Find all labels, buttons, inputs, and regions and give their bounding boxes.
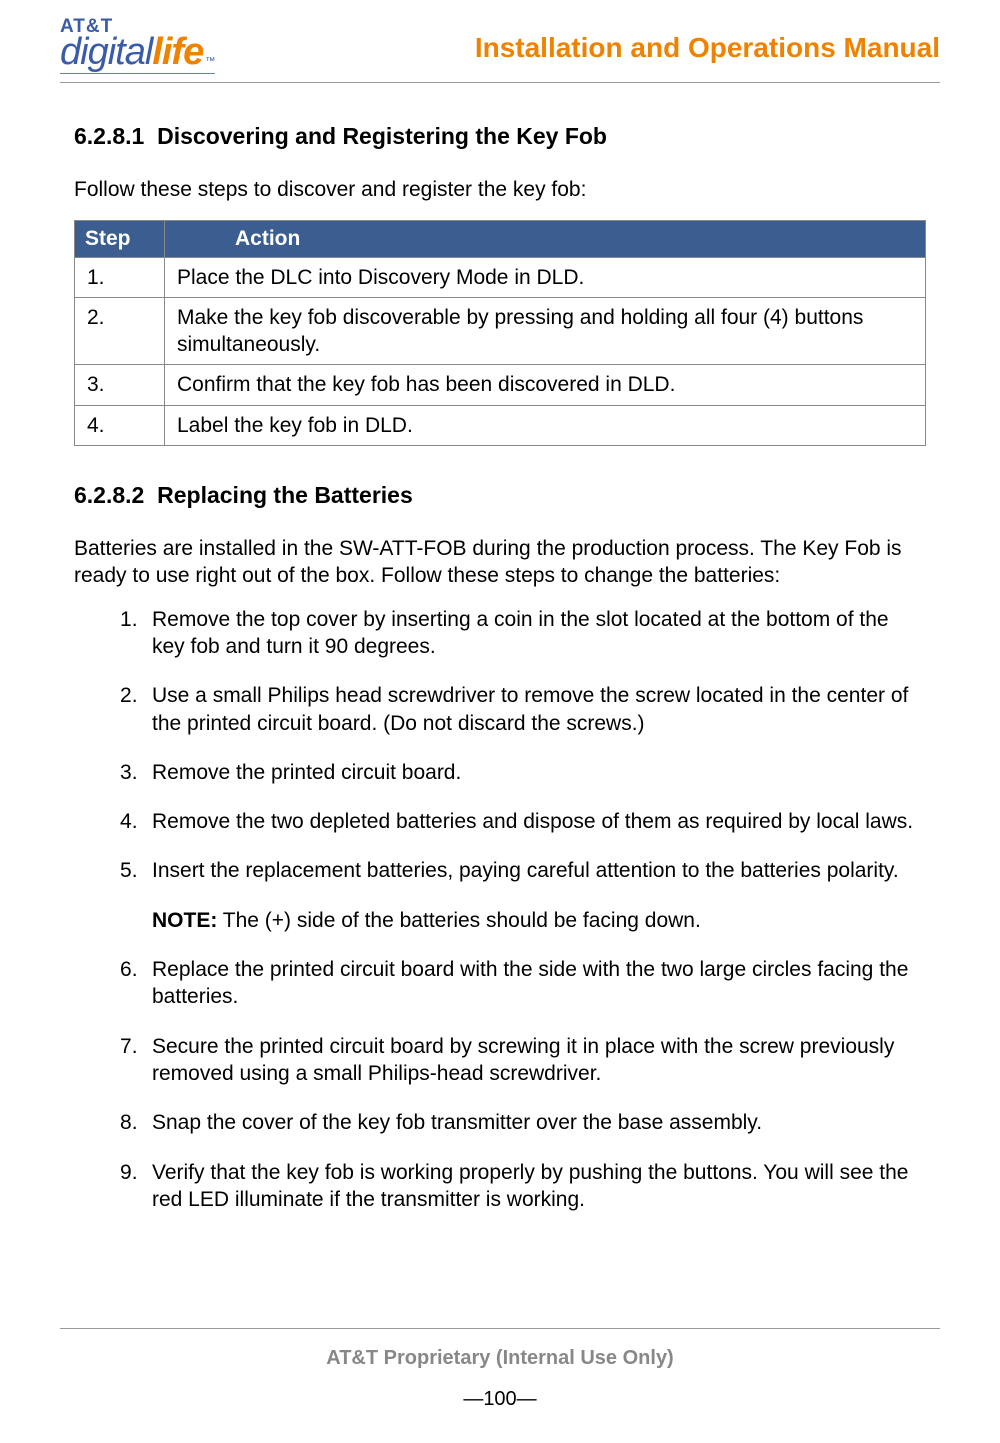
section2-intro: Batteries are installed in the SW-ATT-FO…	[74, 535, 926, 590]
note-line: NOTE: The (+) side of the batteries shou…	[152, 907, 926, 934]
page-header: AT&T digitallife™ Installation and Opera…	[60, 18, 940, 83]
table-header-row: Step Action	[75, 220, 926, 257]
list-item: Verify that the key fob is working prope…	[120, 1159, 926, 1214]
table-row: 2. Make the key fob discoverable by pres…	[75, 297, 926, 365]
logo-word-life: life	[152, 35, 203, 69]
cell-action: Confirm that the key fob has been discov…	[165, 365, 926, 405]
table-row: 1. Place the DLC into Discovery Mode in …	[75, 257, 926, 297]
table-row: 4. Label the key fob in DLD.	[75, 405, 926, 445]
list-item-text: Insert the replacement batteries, paying…	[152, 859, 899, 882]
steps-table: Step Action 1. Place the DLC into Discov…	[74, 220, 926, 446]
section-number: 6.2.8.1	[74, 123, 144, 149]
list-item: Secure the printed circuit board by scre…	[120, 1033, 926, 1088]
section-heading-2: 6.2.8.2 Replacing the Batteries	[74, 482, 926, 509]
cell-step: 4.	[75, 405, 165, 445]
logo-digitallife: digitallife™	[60, 35, 215, 69]
list-item: Replace the printed circuit board with t…	[120, 956, 926, 1011]
list-item: Remove the two depleted batteries and di…	[120, 808, 926, 835]
footer-proprietary: AT&T Proprietary (Internal Use Only)	[60, 1347, 940, 1370]
document-title: Installation and Operations Manual	[475, 32, 940, 64]
cell-step: 2.	[75, 297, 165, 365]
cell-step: 1.	[75, 257, 165, 297]
logo-trademark: ™	[205, 57, 215, 66]
section-number: 6.2.8.2	[74, 482, 144, 508]
footer-page-number: —100—	[60, 1388, 940, 1411]
list-item: Insert the replacement batteries, paying…	[120, 857, 926, 934]
note-text: The (+) side of the batteries should be …	[217, 909, 701, 932]
list-item: Remove the top cover by inserting a coin…	[120, 606, 926, 661]
logo-word-digital: digital	[60, 35, 152, 69]
section-title: Replacing the Batteries	[157, 482, 413, 508]
battery-steps-list: Remove the top cover by inserting a coin…	[74, 606, 926, 1213]
col-header-step: Step	[75, 220, 165, 257]
list-item: Snap the cover of the key fob transmitte…	[120, 1109, 926, 1136]
list-item: Use a small Philips head screwdriver to …	[120, 682, 926, 737]
logo: AT&T digitallife™	[60, 18, 215, 74]
list-item: Remove the printed circuit board.	[120, 759, 926, 786]
section-title: Discovering and Registering the Key Fob	[157, 123, 607, 149]
page-content: 6.2.8.1 Discovering and Registering the …	[60, 83, 940, 1213]
cell-step: 3.	[75, 365, 165, 405]
cell-action: Place the DLC into Discovery Mode in DLD…	[165, 257, 926, 297]
cell-action: Make the key fob discoverable by pressin…	[165, 297, 926, 365]
table-row: 3. Confirm that the key fob has been dis…	[75, 365, 926, 405]
section1-intro: Follow these steps to discover and regis…	[74, 176, 926, 203]
note-label: NOTE:	[152, 909, 217, 932]
col-header-action: Action	[165, 220, 926, 257]
section-heading-1: 6.2.8.1 Discovering and Registering the …	[74, 123, 926, 150]
cell-action: Label the key fob in DLD.	[165, 405, 926, 445]
page-footer: AT&T Proprietary (Internal Use Only) —10…	[60, 1328, 940, 1411]
